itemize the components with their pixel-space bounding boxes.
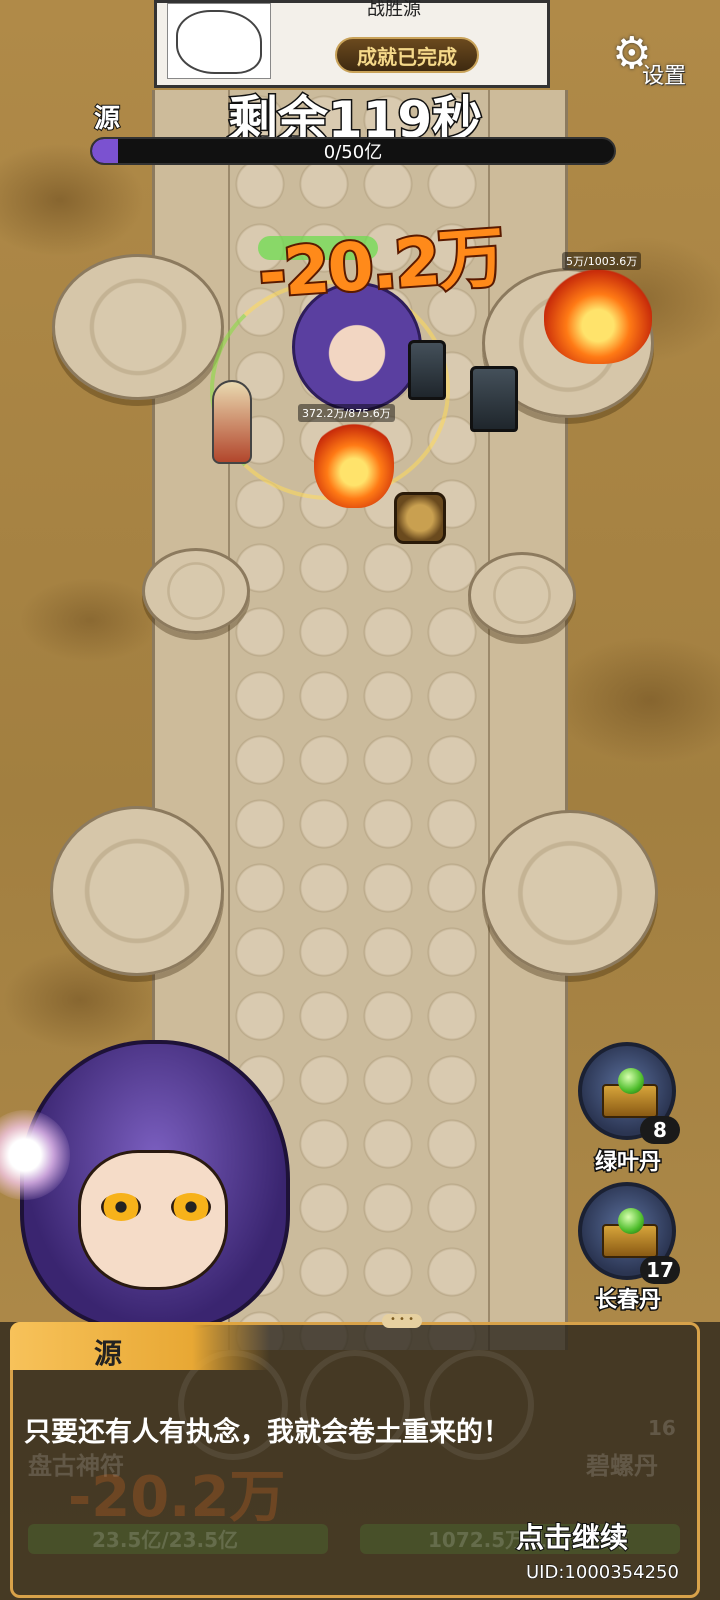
achievement-complete-badge: 成就已完成: [335, 37, 479, 73]
boss-name: 源: [93, 103, 121, 135]
enemy-hp-label: 5万/1003.6万: [562, 252, 642, 270]
fire-spirit-enemy: [314, 418, 394, 508]
dialog-text: 只要还有人有执念，我就会卷土重来的！: [24, 1417, 510, 1448]
ally-hp-label: 372.2万/875.6万: [298, 404, 395, 422]
armor-drop-item[interactable]: [394, 492, 446, 544]
stone-platform: [52, 254, 224, 400]
item-count-lvyedan: 8: [640, 1116, 680, 1144]
stone-lantern-enemy: [408, 340, 446, 400]
boss-hp-text: 0/50亿: [323, 142, 383, 163]
stone-platform: [482, 810, 658, 976]
settings-label: 设置: [642, 64, 687, 89]
speaker-portrait: [0, 1030, 300, 1330]
item-count-changchundan: 17: [640, 1256, 680, 1284]
achievement-thumbnail: [167, 3, 271, 79]
stone-platform: [50, 806, 224, 976]
item-label-changchundan: 长春丹: [593, 1287, 662, 1315]
boss-hp-bar: 0/50亿: [90, 137, 616, 165]
green-pill-icon: [618, 1208, 644, 1234]
tap-to-continue[interactable]: 点击继续: [515, 1516, 629, 1556]
fire-spirit-enemy: [544, 268, 652, 364]
countdown-timer: 剩余119秒: [226, 90, 483, 151]
stone-platform: [468, 552, 576, 638]
green-pill-icon: [618, 1068, 644, 1094]
speaker-name: 源: [94, 1337, 123, 1370]
player-cultivator: [212, 380, 252, 464]
damage-popup: -20.2万: [254, 217, 507, 315]
achievement-panel: 战胜源 成就已完成: [154, 0, 550, 88]
eye-left: [101, 1193, 141, 1221]
dialog-indicator: • • •: [382, 1314, 422, 1328]
eye-right: [171, 1193, 211, 1221]
speaker-tab: [10, 1322, 270, 1370]
item-label-lvyedan: 绿叶丹: [593, 1149, 662, 1177]
achievement-title: 战胜源: [367, 0, 421, 20]
user-id: UID:1000354250: [526, 1562, 680, 1584]
stone-platform: [142, 548, 250, 634]
settings-button[interactable]: ⚙ 设置: [612, 32, 692, 90]
stone-lantern-enemy: [470, 366, 518, 432]
